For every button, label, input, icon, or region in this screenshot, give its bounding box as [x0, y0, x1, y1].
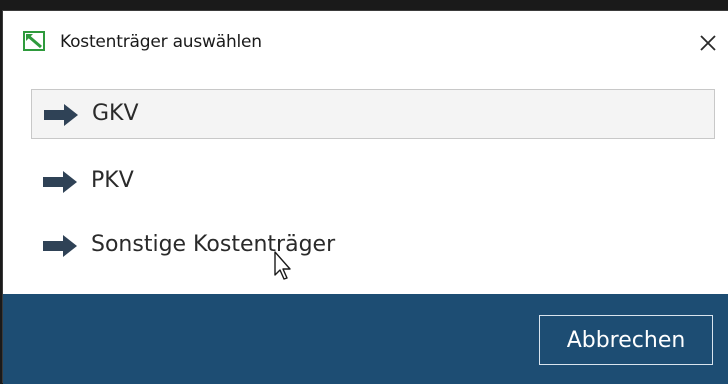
- option-gkv[interactable]: GKV: [31, 89, 715, 139]
- option-sonstige[interactable]: Sonstige Kostenträger: [31, 221, 715, 271]
- option-pkv[interactable]: PKV: [31, 157, 715, 207]
- close-icon[interactable]: [693, 27, 723, 57]
- dialog-title: Kostenträger auswählen: [60, 32, 262, 52]
- arrow-right-icon: [44, 104, 78, 126]
- titlebar: Kostenträger auswählen: [3, 11, 728, 71]
- cancel-button[interactable]: Abbrechen: [539, 315, 713, 365]
- dialog-footer: Abbrechen: [3, 294, 728, 384]
- mouse-cursor-icon: [273, 251, 293, 281]
- document-icon: [23, 31, 45, 51]
- option-label: Sonstige Kostenträger: [91, 232, 336, 257]
- dialog-window: Kostenträger auswählen GKV PKV Sonstige …: [2, 10, 728, 384]
- arrow-right-icon: [43, 235, 77, 257]
- option-label: GKV: [92, 101, 139, 126]
- option-label: PKV: [91, 168, 134, 193]
- arrow-right-icon: [43, 171, 77, 193]
